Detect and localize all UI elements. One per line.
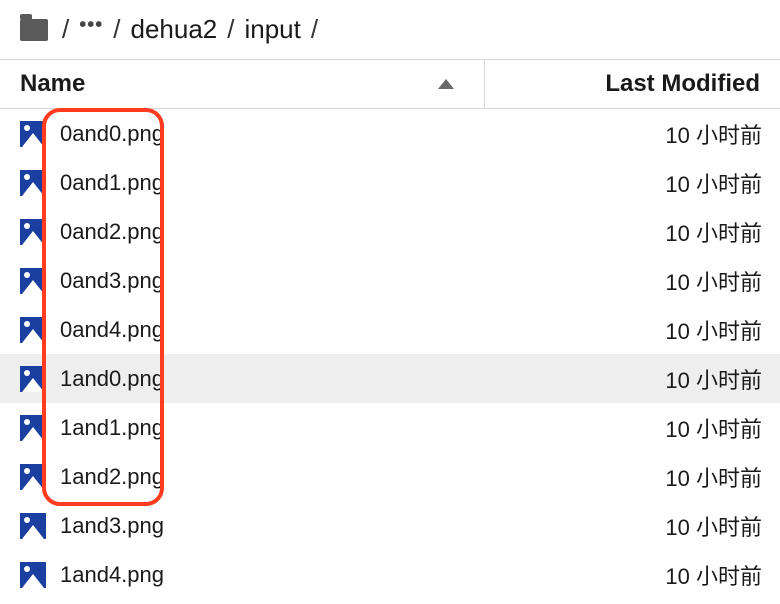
image-file-icon	[20, 170, 46, 196]
breadcrumb-separator: /	[62, 14, 69, 45]
file-name: 0and3.png	[60, 268, 164, 294]
sort-ascending-icon	[438, 79, 454, 89]
cell-name: 1and1.png	[0, 415, 485, 441]
breadcrumb-segment[interactable]: dehua2	[130, 14, 217, 45]
cell-modified: 10 小时前	[485, 118, 780, 150]
image-file-icon	[20, 415, 46, 441]
table-row[interactable]: 1and3.png 10 小时前	[0, 501, 780, 550]
breadcrumb-ellipsis[interactable]: •••	[79, 14, 103, 37]
column-header-bar: Name Last Modified	[0, 59, 780, 109]
table-row[interactable]: 1and1.png 10 小时前	[0, 403, 780, 452]
cell-name: 1and4.png	[0, 562, 485, 588]
file-name: 0and4.png	[60, 317, 164, 343]
cell-name: 0and2.png	[0, 219, 485, 245]
image-file-icon	[20, 219, 46, 245]
table-row[interactable]: 0and0.png 10 小时前	[0, 109, 780, 158]
table-row[interactable]: 0and2.png 10 小时前	[0, 207, 780, 256]
cell-name: 1and3.png	[0, 513, 485, 539]
table-row[interactable]: 1and0.png 10 小时前	[0, 354, 780, 403]
table-row[interactable]: 0and3.png 10 小时前	[0, 256, 780, 305]
column-header-name[interactable]: Name	[0, 60, 485, 108]
image-file-icon	[20, 366, 46, 392]
cell-name: 1and0.png	[0, 366, 485, 392]
file-name: 0and2.png	[60, 219, 164, 245]
cell-name: 1and2.png	[0, 464, 485, 490]
image-file-icon	[20, 562, 46, 588]
table-row[interactable]: 1and2.png 10 小时前	[0, 452, 780, 501]
file-list: 0and0.png 10 小时前 0and1.png 10 小时前 0and2.png 1…	[0, 109, 780, 599]
cell-modified: 10 小时前	[485, 461, 780, 493]
table-row[interactable]: 1and4.png 10 小时前	[0, 550, 780, 599]
cell-modified: 10 小时前	[485, 314, 780, 346]
folder-icon[interactable]	[20, 19, 48, 41]
column-header-modified[interactable]: Last Modified	[485, 60, 780, 108]
file-name: 0and1.png	[60, 170, 164, 196]
file-name: 0and0.png	[60, 121, 164, 147]
image-file-icon	[20, 317, 46, 343]
file-name: 1and1.png	[60, 415, 164, 441]
table-row[interactable]: 0and4.png 10 小时前	[0, 305, 780, 354]
breadcrumb-separator: /	[227, 14, 234, 45]
cell-modified: 10 小时前	[485, 216, 780, 248]
cell-modified: 10 小时前	[485, 412, 780, 444]
cell-modified: 10 小时前	[485, 265, 780, 297]
breadcrumb-segment[interactable]: input	[244, 14, 300, 45]
image-file-icon	[20, 268, 46, 294]
cell-name: 0and1.png	[0, 170, 485, 196]
image-file-icon	[20, 121, 46, 147]
image-file-icon	[20, 513, 46, 539]
column-header-modified-label: Last Modified	[605, 70, 760, 97]
breadcrumb-separator: /	[113, 14, 120, 45]
cell-modified: 10 小时前	[485, 363, 780, 395]
file-name: 1and2.png	[60, 464, 164, 490]
cell-modified: 10 小时前	[485, 559, 780, 591]
cell-modified: 10 小时前	[485, 167, 780, 199]
image-file-icon	[20, 464, 46, 490]
cell-modified: 10 小时前	[485, 510, 780, 542]
cell-name: 0and3.png	[0, 268, 485, 294]
cell-name: 0and4.png	[0, 317, 485, 343]
file-name: 1and4.png	[60, 562, 164, 588]
file-name: 1and0.png	[60, 366, 164, 392]
table-row[interactable]: 0and1.png 10 小时前	[0, 158, 780, 207]
column-header-name-label: Name	[20, 70, 85, 98]
breadcrumb: / ••• / dehua2 / input /	[0, 0, 780, 59]
file-name: 1and3.png	[60, 513, 164, 539]
breadcrumb-separator: /	[311, 14, 318, 45]
cell-name: 0and0.png	[0, 121, 485, 147]
